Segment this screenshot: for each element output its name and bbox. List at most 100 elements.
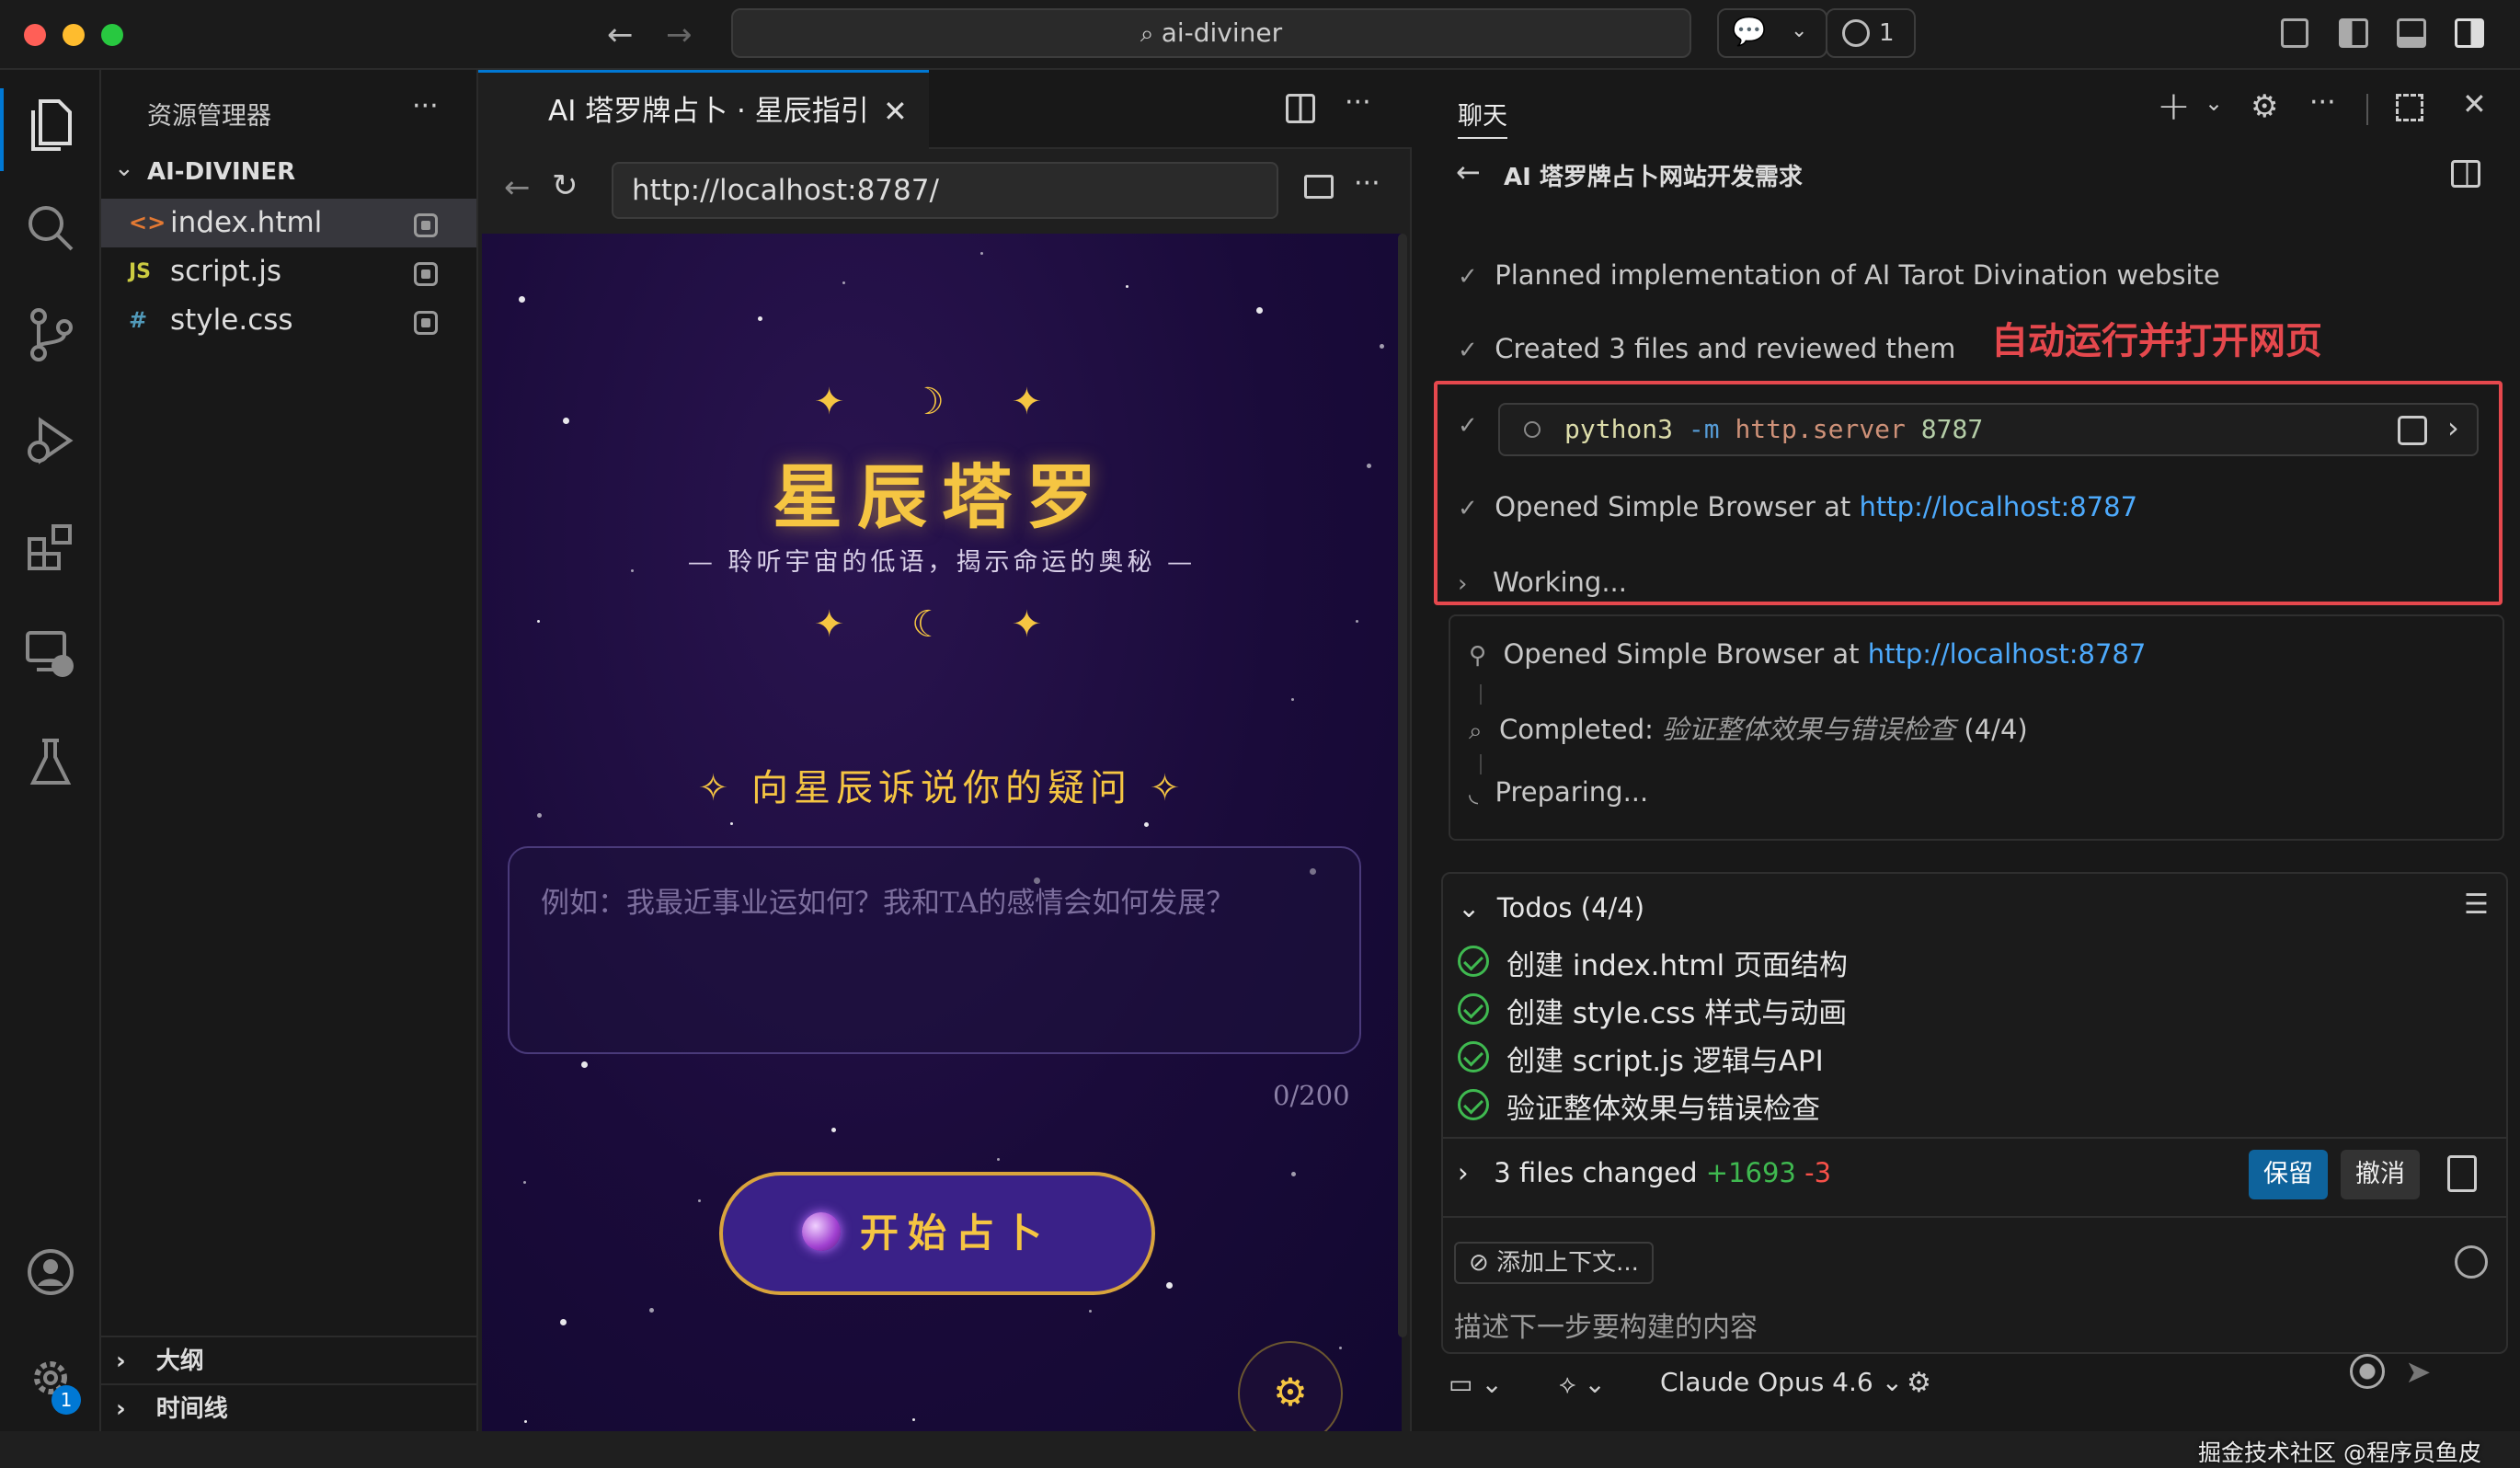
keep-button[interactable]: 保留	[2249, 1150, 2328, 1199]
send-icon[interactable]: ➤	[2405, 1354, 2432, 1391]
minimize-window-button[interactable]	[63, 24, 85, 46]
address-bar[interactable]: http://localhost:8787/	[612, 162, 1278, 219]
step-opened-browser: ✓ Opened Simple Browser at http://localh…	[1458, 491, 2138, 522]
forward-arrow-icon[interactable]: →	[666, 17, 693, 53]
chevron-down-icon: ⌄	[1458, 892, 1481, 923]
chevron-right-icon: ›	[116, 1348, 126, 1375]
close-tab-icon[interactable]: ✕	[883, 73, 908, 150]
scrollbar[interactable]	[1398, 234, 1407, 1337]
search-icon[interactable]	[26, 203, 75, 253]
back-arrow-icon[interactable]: ←	[607, 17, 634, 53]
editor-area: AI 塔罗牌占卜 · 星辰指引 ✕ ··· ← ↻ http://localho…	[478, 70, 1412, 1431]
back-arrow-icon[interactable]: ←	[1456, 155, 1481, 189]
file-name: script.js	[170, 255, 282, 288]
files-changed-toggle[interactable]: › 3 files changed +1693 -3	[1458, 1157, 1831, 1188]
chat-panel-title: 聊天	[1458, 96, 1507, 139]
settings-gear-icon[interactable]: ⚙	[2251, 88, 2278, 125]
close-window-button[interactable]	[24, 24, 46, 46]
file-name: index.html	[170, 206, 323, 239]
chevron-right-icon[interactable]: ›	[2447, 410, 2459, 445]
star	[1291, 698, 1294, 701]
start-divination-button[interactable]: 开始占卜	[719, 1172, 1155, 1295]
close-panel-icon[interactable]: ✕	[2462, 86, 2487, 121]
reload-icon[interactable]: ↻	[552, 167, 578, 204]
model-picker[interactable]: Claude Opus 4.6 ⌄	[1660, 1367, 1903, 1397]
star	[1166, 1282, 1173, 1289]
agent-mode-icon[interactable]: ⟡ ⌄	[1559, 1369, 1606, 1400]
open-state-icon	[414, 311, 438, 335]
more-actions-icon[interactable]: ···	[412, 90, 439, 122]
timeline-section[interactable]: › 时间线	[101, 1383, 476, 1431]
star	[523, 1181, 526, 1184]
html-file-icon: <>	[129, 210, 166, 235]
terminal-command[interactable]: python3 -m http.server 8787 ›	[1498, 403, 2479, 456]
tools-icon[interactable]: ⚙	[1907, 1367, 1931, 1399]
file-index-html[interactable]: <> index.html	[101, 199, 476, 247]
paperclip-icon: ⊘	[1469, 1249, 1489, 1277]
tab-simple-browser[interactable]: AI 塔罗牌占卜 · 星辰指引 ✕	[478, 70, 929, 149]
undo-button[interactable]: 撤消	[2341, 1150, 2420, 1199]
extensions-icon[interactable]	[26, 522, 75, 572]
command-center[interactable]: ⌕ ai-diviner	[731, 8, 1691, 58]
chevron-down-icon[interactable]: ⌄	[2205, 90, 2223, 116]
star	[1339, 1347, 1342, 1349]
monitor-icon[interactable]: ▭ ⌄	[1449, 1369, 1503, 1399]
toggle-sidebar-icon[interactable]	[2339, 18, 2368, 48]
focus-terminal-icon[interactable]	[2398, 416, 2427, 445]
explorer-sidebar: 资源管理器 ··· ⌄ AI-DIVINER <> index.html JS …	[101, 70, 478, 1431]
css-file-icon: #	[129, 307, 148, 333]
maximize-icon[interactable]	[2396, 94, 2423, 121]
localhost-link[interactable]: http://localhost:8787	[1868, 638, 2147, 670]
source-control-icon[interactable]	[28, 307, 74, 362]
open-external-icon[interactable]	[1304, 175, 1334, 199]
step-created: ✓ Created 3 files and reviewed them	[1458, 333, 1956, 364]
todos-header[interactable]: ⌄ Todos (4/4)	[1458, 892, 1644, 923]
js-file-icon: JS	[129, 260, 152, 283]
explorer-icon[interactable]	[28, 97, 74, 153]
chat-input[interactable]: 描述下一步要构建的内容	[1454, 1304, 2466, 1345]
record-icon[interactable]	[2350, 1354, 2385, 1389]
toggle-secondary-sidebar-icon[interactable]	[2455, 18, 2484, 48]
localhost-link[interactable]: http://localhost:8787	[1860, 491, 2138, 522]
star	[698, 1199, 701, 1202]
split-editor-icon[interactable]	[1286, 94, 1315, 123]
working-toggle[interactable]: › Working...	[1458, 567, 1627, 598]
settings-button[interactable]: ⚙	[1238, 1341, 1343, 1431]
search-icon: ⌕	[1140, 20, 1162, 48]
accounts-icon[interactable]	[26, 1247, 75, 1297]
toggle-panel-icon[interactable]	[2397, 18, 2426, 48]
layout-icon[interactable]	[2281, 18, 2308, 48]
site-subtitle: — 聆听宇宙的低语，揭示命运的奥秘 —	[687, 548, 1197, 577]
file-style-css[interactable]: # style.css	[101, 296, 476, 345]
clear-list-icon[interactable]: ☰	[2464, 889, 2489, 921]
toggle-sidebar-icon[interactable]	[2451, 160, 2480, 188]
folder-name[interactable]: AI-DIVINER	[147, 158, 295, 186]
browser-back-icon[interactable]: ←	[504, 169, 531, 206]
copilot-button[interactable]: 💬 ⌄	[1717, 8, 1827, 58]
outline-section[interactable]: › 大纲	[101, 1336, 476, 1383]
browser-more-icon[interactable]: ···	[1354, 167, 1380, 200]
sync-icon	[1842, 19, 1870, 47]
remote-explorer-icon[interactable]	[24, 629, 77, 681]
run-debug-icon[interactable]	[24, 415, 75, 466]
file-script-js[interactable]: JS script.js	[101, 247, 476, 296]
question-textarea[interactable]: 例如：我最近事业运如何？我和TA的感情会如何发展？	[508, 846, 1361, 1054]
new-chat-icon[interactable]: +	[2157, 83, 2191, 130]
question-heading: ✧ 向星辰诉说你的疑问 ✧	[697, 767, 1186, 809]
gear-icon: ⚙	[1273, 1370, 1308, 1415]
changes-button[interactable]: 1	[1826, 8, 1916, 58]
more-actions-icon[interactable]: ···	[1345, 86, 1371, 119]
chat-panel: 聊天 + ⌄ ⚙ ··· ✕ ← AI 塔罗牌占卜网站开发需求 ✓ Planne…	[1412, 70, 2520, 1466]
testing-icon[interactable]	[29, 737, 72, 788]
todos-box: ⌄ Todos (4/4) ☰ 创建 index.html 页面结构 创建 st…	[1441, 872, 2508, 1354]
settings-badge: 1	[52, 1385, 81, 1415]
star	[997, 1158, 1000, 1161]
diff-icon[interactable]	[2447, 1155, 2477, 1192]
maximize-window-button[interactable]	[101, 24, 123, 46]
more-actions-icon[interactable]: ···	[2309, 86, 2336, 119]
star	[1089, 1310, 1092, 1313]
add-context-button[interactable]: ⊘ 添加上下文...	[1454, 1242, 1654, 1284]
open-state-icon	[414, 213, 438, 237]
star	[758, 316, 762, 321]
chevron-down-icon[interactable]: ⌄	[114, 155, 134, 182]
